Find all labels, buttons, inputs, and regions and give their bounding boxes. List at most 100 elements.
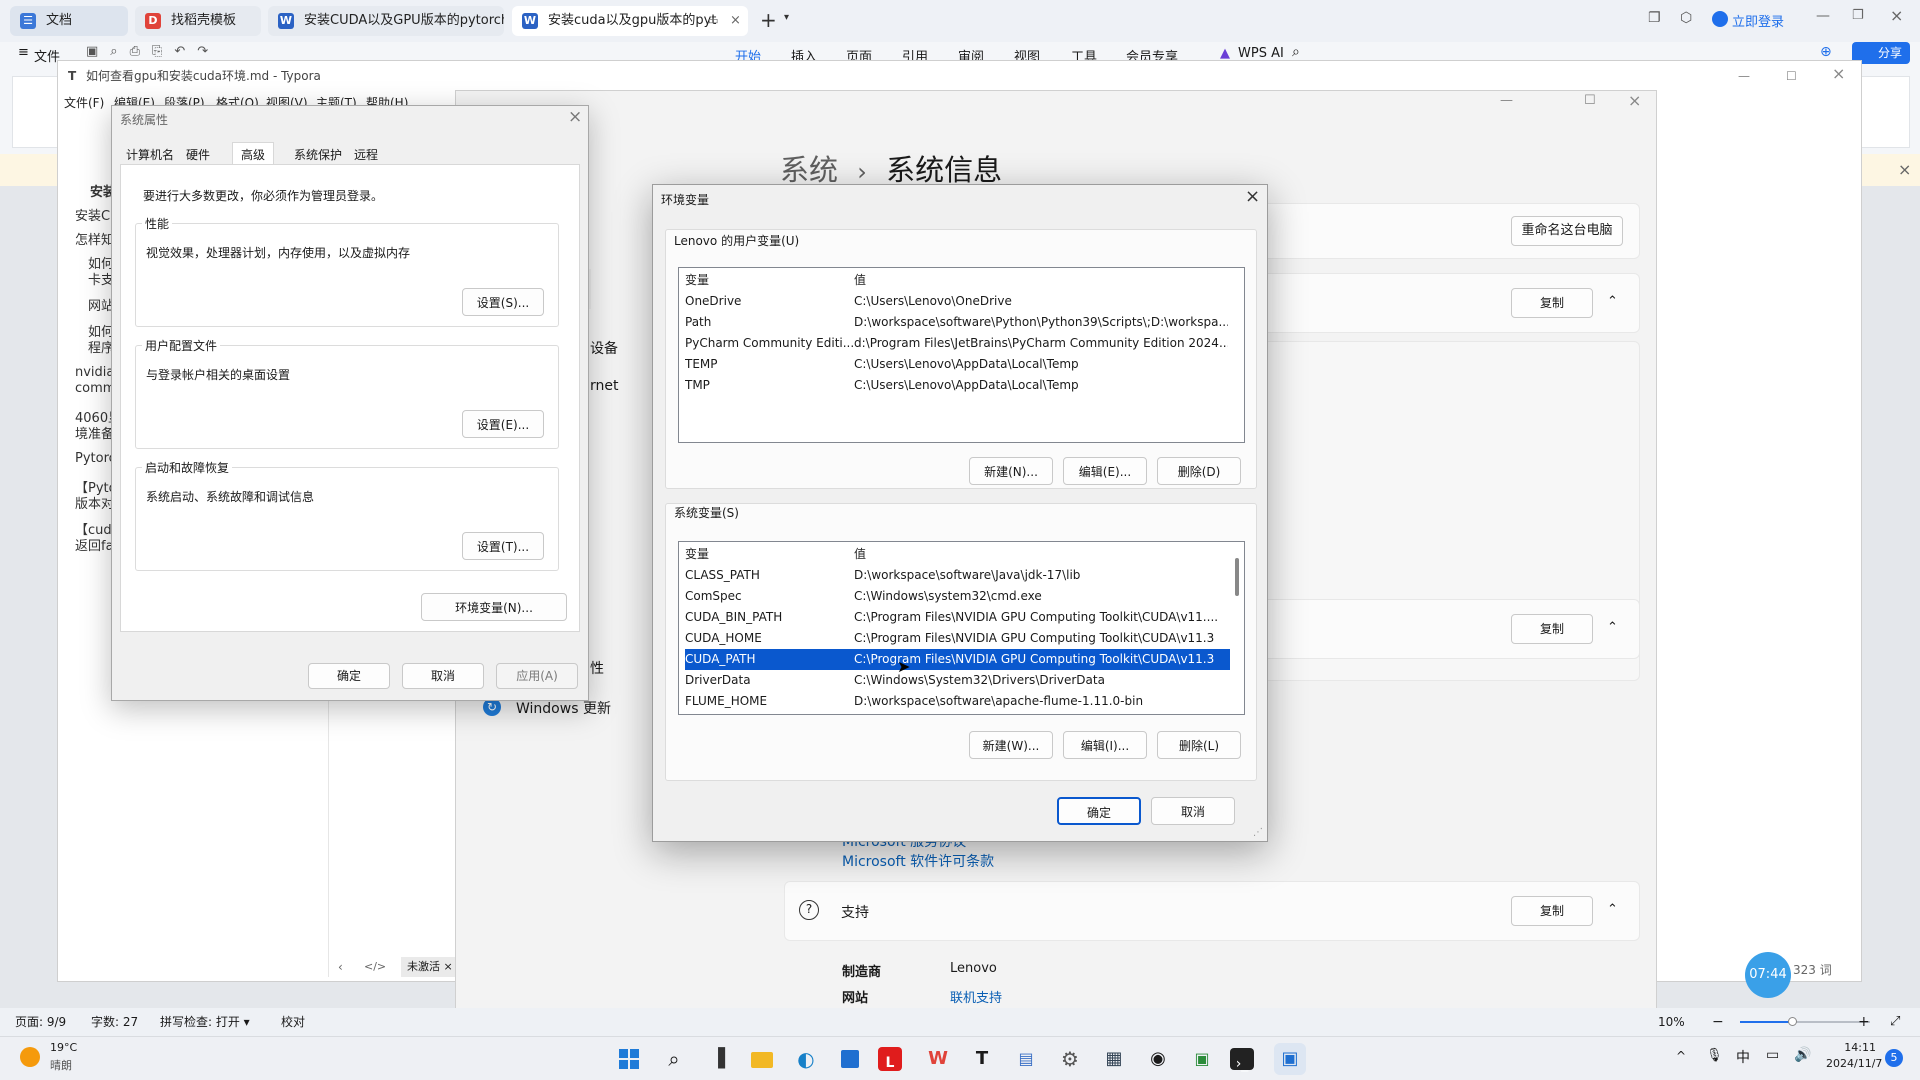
zoom-level[interactable]: 10% <box>1658 1008 1685 1036</box>
maximize-icon[interactable]: ☐ <box>1786 61 1797 91</box>
monitor-app-icon[interactable]: ▤ <box>1010 1043 1042 1075</box>
startup-settings-button[interactable]: 设置(T)... <box>462 532 544 560</box>
close-icon[interactable]: × <box>1890 6 1903 25</box>
breadcrumb-parent[interactable]: 系统 <box>780 153 838 187</box>
list-item[interactable]: CUDA_BIN_PATH C:\Program Files\NVIDIA GP… <box>685 607 1230 628</box>
menu-file[interactable]: 文件(F) <box>64 91 104 115</box>
proofread-button[interactable]: 校对 <box>281 1008 305 1036</box>
restore-icon[interactable]: ❐ <box>1852 8 1864 23</box>
fullscreen-icon[interactable]: ⤢ <box>1890 1008 1900 1036</box>
minimize-icon[interactable]: — <box>1738 61 1750 91</box>
list-item[interactable]: ComSpec C:\Windows\system32\cmd.exe <box>685 586 1230 607</box>
list-item[interactable]: FLUME_HOME D:\workspace\software\apache-… <box>685 691 1230 712</box>
search-icon[interactable]: ⌕ <box>1292 44 1300 60</box>
ok-button[interactable]: 确定 <box>1057 797 1141 825</box>
system-edit-button[interactable]: 编辑(I)... <box>1063 731 1147 759</box>
tab-hardware[interactable]: 硬件 <box>186 146 210 163</box>
clock-time[interactable]: 14:11 <box>1826 1041 1876 1054</box>
file-explorer-icon[interactable] <box>746 1043 778 1075</box>
environment-variables-button[interactable]: 环境变量(N)... <box>421 593 567 621</box>
user-edit-button[interactable]: 编辑(E)... <box>1063 457 1147 485</box>
outline-item[interactable]: 返回fa <box>75 535 114 554</box>
terminal-icon[interactable]: ›_ <box>1230 1048 1254 1072</box>
list-item[interactable]: PyCharm Community Editi... d:\Program Fi… <box>685 333 1230 354</box>
user-variables-list[interactable]: 变量 值 OneDrive C:\Users\Lenovo\OneDrive P… <box>678 267 1245 443</box>
store-icon[interactable] <box>834 1043 866 1075</box>
wps-tab-docs[interactable]: ☰ 文档 <box>10 6 128 36</box>
nav-item-network[interactable]: rnet <box>590 378 619 394</box>
close-icon[interactable]: × <box>1245 186 1260 207</box>
outline-item[interactable]: nvidia <box>75 365 114 380</box>
outline-item[interactable]: 安装C <box>75 205 110 224</box>
outline-item[interactable]: 版本对 <box>75 493 114 512</box>
nav-item-accessibility[interactable]: 性 <box>590 658 604 678</box>
quick-access-icons[interactable]: ▣⌕⎙⎘↶↷ <box>86 44 220 59</box>
qq-icon[interactable]: ◉ <box>1142 1043 1174 1075</box>
tab-computer-name[interactable]: 计算机名 <box>126 146 174 163</box>
rename-pc-button[interactable]: 重命名这台电脑 <box>1511 216 1623 246</box>
perf-settings-button[interactable]: 设置(S)... <box>462 288 544 316</box>
volume-icon[interactable]: 🔊 <box>1794 1047 1811 1063</box>
lenovo-app-icon[interactable]: L <box>878 1047 902 1071</box>
collab-icon[interactable]: ⊕ <box>1820 44 1832 60</box>
list-item[interactable]: CLASS_PATH D:\workspace\software\Java\jd… <box>685 565 1230 586</box>
activation-tag[interactable]: 未激活 × <box>401 957 459 977</box>
chevron-up-icon[interactable]: ⌃ <box>1607 620 1618 635</box>
column-header-variable[interactable]: 变量 <box>685 544 853 565</box>
system-variables-list[interactable]: 变量 值 CLASS_PATH D:\workspace\software\Ja… <box>678 541 1245 715</box>
column-header-value[interactable]: 值 <box>854 544 1228 565</box>
minimize-icon[interactable]: — <box>1816 8 1830 24</box>
website-link[interactable]: 联机支持 <box>950 987 1002 1006</box>
zoom-slider-thumb[interactable] <box>1788 1017 1797 1026</box>
clock-date[interactable]: 2024/11/7 <box>1826 1057 1882 1070</box>
wps-ai-button[interactable]: WPS AI <box>1238 46 1284 61</box>
wps-tab-doc-1[interactable]: W 安装CUDA以及GPU版本的pytorch.d <box>268 6 504 36</box>
outline-item[interactable]: 怎样知 <box>75 229 114 248</box>
scrollbar-thumb[interactable] <box>1235 558 1239 596</box>
zoom-slider[interactable] <box>1740 1017 1870 1026</box>
resize-grip-icon[interactable]: ⋰ <box>1253 827 1263 838</box>
chevron-left-icon[interactable]: ‹ <box>338 960 343 974</box>
microphone-icon[interactable]: 🎙 <box>1706 1048 1723 1063</box>
spell-check-toggle[interactable]: 拼写检查: 打开 ▾ <box>160 1008 250 1036</box>
system-props-icon[interactable]: ▦ <box>1098 1043 1130 1075</box>
zoom-in-icon[interactable]: + <box>1858 1008 1870 1036</box>
minimize-icon[interactable]: — <box>1500 93 1513 108</box>
column-header-value[interactable]: 值 <box>854 270 1228 291</box>
edge-icon[interactable]: ◐ <box>790 1043 822 1075</box>
profile-settings-button[interactable]: 设置(E)... <box>462 410 544 438</box>
copy-button[interactable]: 复制 <box>1511 896 1593 926</box>
list-item[interactable]: TEMP C:\Users\Lenovo\AppData\Local\Temp <box>685 354 1230 375</box>
tab-remote[interactable]: 远程 <box>354 146 378 163</box>
chevron-up-icon[interactable]: ⌃ <box>1607 294 1618 309</box>
settings-gear-icon[interactable]: ⚙ <box>1054 1043 1086 1075</box>
wps-office-icon[interactable]: W <box>922 1043 954 1075</box>
window-switch-icon[interactable]: ❐ <box>1648 10 1661 26</box>
screen-icon[interactable]: ▭ <box>708 6 718 36</box>
ms-license-link[interactable]: Microsoft 软件许可条款 <box>842 851 994 871</box>
user-new-button[interactable]: 新建(N)... <box>969 457 1053 485</box>
source-code-icon[interactable]: </> <box>364 960 386 973</box>
system-delete-button[interactable]: 删除(L) <box>1157 731 1241 759</box>
tab-system-protection[interactable]: 系统保护 <box>294 146 342 163</box>
ime-indicator[interactable]: 中 <box>1736 1047 1750 1067</box>
notification-badge[interactable]: 5 <box>1885 1049 1903 1067</box>
chevron-down-icon[interactable]: ▾ <box>784 12 789 23</box>
weather-desc[interactable]: 晴朗 <box>50 1057 72 1073</box>
environment-dialog-icon[interactable]: ▣ <box>1274 1043 1306 1075</box>
login-link[interactable]: 立即登录 <box>1732 11 1784 30</box>
box-icon[interactable]: ⬡ <box>1680 10 1692 26</box>
user-delete-button[interactable]: 删除(D) <box>1157 457 1241 485</box>
wps-tab-doc-2[interactable]: W 安装cuda以及gpu版本的pyt ▭ × <box>512 6 748 36</box>
weather-temp[interactable]: 19°C <box>50 1041 77 1054</box>
list-item[interactable]: OneDrive C:\Users\Lenovo\OneDrive <box>685 291 1230 312</box>
cancel-button[interactable]: 取消 <box>1151 797 1235 825</box>
zoom-out-icon[interactable]: − <box>1712 1008 1724 1036</box>
list-item[interactable]: TMP C:\Users\Lenovo\AppData\Local\Temp <box>685 375 1230 396</box>
cancel-button[interactable]: 取消 <box>402 663 484 689</box>
word-count[interactable]: 字数: 27 <box>91 1008 138 1036</box>
column-header-variable[interactable]: 变量 <box>685 270 853 291</box>
close-icon[interactable]: × <box>1832 59 1845 89</box>
nav-item-windows-update[interactable]: Windows 更新 <box>516 698 611 718</box>
page-indicator[interactable]: 页面: 9/9 <box>15 1008 66 1036</box>
